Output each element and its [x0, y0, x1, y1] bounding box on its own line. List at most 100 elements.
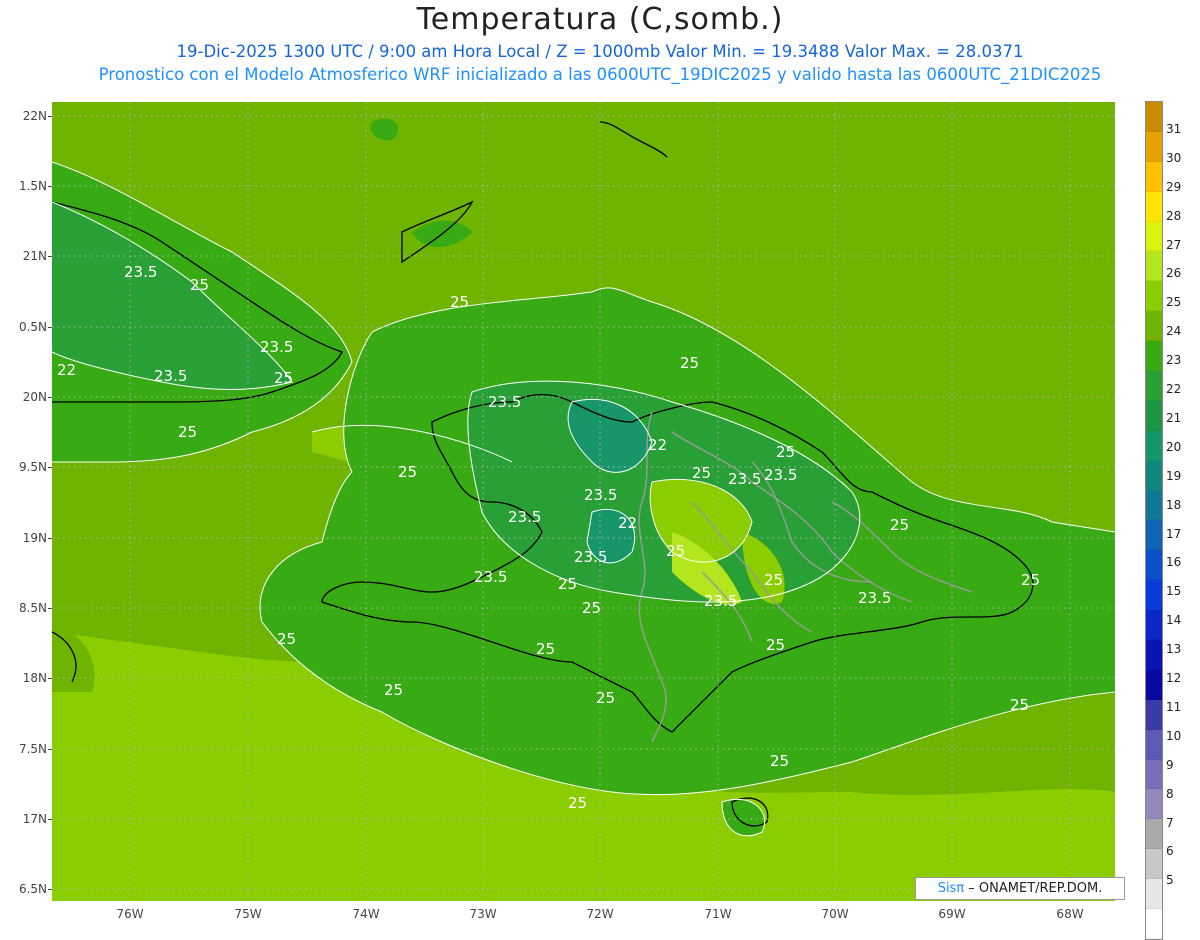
contour-label: 23.5: [574, 548, 607, 566]
contour-label: 23.5: [584, 486, 617, 504]
credit-text: – ONAMET/REP.DOM.: [964, 881, 1103, 896]
colorbar-label: 17: [1166, 526, 1182, 541]
subtitle-valid-time: 19-Dic-2025 1300 UTC / 9:00 am Hora Loca…: [176, 42, 1024, 61]
lat-label: 17N: [0, 812, 52, 826]
contour-label: 25: [178, 423, 197, 441]
contour-label: 25: [766, 636, 785, 654]
lon-label: 70W: [821, 907, 849, 921]
colorbar-label: 30: [1166, 150, 1182, 165]
colorbar-label: 29: [1166, 179, 1182, 194]
contour-label: 23.5: [260, 338, 293, 356]
contour-label: 25: [277, 630, 296, 648]
colorbar-swatch: [1146, 371, 1162, 401]
contour-label: 25: [582, 599, 601, 617]
contour-label: 25: [274, 369, 293, 387]
colorbar-swatch: [1146, 460, 1162, 491]
colorbar-label: 20: [1166, 439, 1182, 454]
contour-label: 23.5: [508, 508, 541, 526]
contour-label: 25: [666, 542, 685, 560]
contour-label: 25: [450, 293, 469, 311]
contour-label: 22: [618, 514, 637, 532]
chart-title: Temperatura (C,somb.): [416, 2, 784, 37]
lon-label: 72W: [586, 907, 614, 921]
colorbar-swatch: [1146, 430, 1162, 461]
contour-label: 22: [648, 436, 667, 454]
contour-label: 25: [596, 689, 615, 707]
colorbar-label: 6: [1166, 844, 1174, 859]
contour-label: 23.5: [858, 589, 891, 607]
colorbar-swatch: [1146, 311, 1162, 342]
lon-label: 76W: [116, 907, 144, 921]
colorbar-swatch: [1146, 580, 1162, 611]
colorbar-label: 24: [1166, 324, 1182, 339]
colorbar-swatch: [1146, 281, 1162, 312]
lat-label: 19N: [0, 531, 52, 545]
colorbar-swatch: [1146, 669, 1162, 700]
colorbar-swatch: [1146, 490, 1162, 521]
lon-label: 74W: [352, 907, 380, 921]
lat-label: 8.5N: [0, 601, 52, 615]
contour-label: 25: [770, 752, 789, 770]
colorbar-swatch: [1146, 400, 1162, 431]
colorbar-swatch: [1146, 610, 1162, 641]
colorbar-label: 10: [1166, 728, 1182, 743]
colorbar-swatch: [1146, 341, 1162, 372]
contour-label: 23.5: [474, 568, 507, 586]
colorbar-swatch: [1146, 640, 1162, 670]
colorbar-label: 7: [1166, 815, 1174, 830]
lat-label: 1.5N: [0, 179, 52, 193]
credit-box: Sisπ – ONAMET/REP.DOM.: [915, 877, 1125, 900]
lon-label: 75W: [234, 907, 262, 921]
colorbar-label: 14: [1166, 613, 1182, 628]
lon-label: 73W: [469, 907, 497, 921]
contour-label: 25: [890, 516, 909, 534]
lat-label: 21N: [0, 249, 52, 263]
lat-label: 20N: [0, 390, 52, 404]
colorbar-swatch: [1146, 819, 1162, 850]
lon-label: 68W: [1056, 907, 1084, 921]
colorbar-swatch: [1146, 699, 1162, 730]
colorbar-swatch: [1146, 102, 1162, 132]
contour-label: 25: [1010, 696, 1029, 714]
colorbar: [1145, 101, 1163, 940]
contour-label: 25: [568, 794, 587, 812]
colorbar-label: 26: [1166, 266, 1182, 281]
contour-label: 25: [558, 575, 577, 593]
colorbar-label: 28: [1166, 208, 1182, 223]
contour-label: 22: [57, 361, 76, 379]
colorbar-swatch: [1146, 131, 1162, 162]
colorbar-swatch: [1146, 520, 1162, 551]
lat-label: 22N: [0, 109, 52, 123]
contour-label: 23.5: [124, 263, 157, 281]
colorbar-swatch: [1146, 729, 1162, 760]
contour-label: 23.5: [764, 466, 797, 484]
colorbar-swatch: [1146, 161, 1162, 192]
lon-label: 71W: [704, 907, 732, 921]
lat-label: 0.5N: [0, 320, 52, 334]
contour-label: 25: [190, 276, 209, 294]
colorbar-swatch: [1146, 550, 1162, 581]
contour-label: 23.5: [704, 592, 737, 610]
colorbar-swatch: [1146, 221, 1162, 252]
contour-label: 25: [692, 464, 711, 482]
colorbar-swatch: [1146, 759, 1162, 790]
lon-label: 69W: [938, 907, 966, 921]
colorbar-label: 22: [1166, 382, 1182, 396]
colorbar-label: 18: [1166, 497, 1182, 512]
colorbar-label: 15: [1166, 584, 1182, 599]
colorbar-label: 25: [1166, 295, 1182, 310]
colorbar-label: 31: [1166, 121, 1182, 136]
subtitle-model-info: Pronostico con el Modelo Atmosferico WRF…: [98, 65, 1102, 84]
colorbar-swatch: [1146, 909, 1162, 939]
colorbar-label: 13: [1166, 642, 1182, 657]
lat-label: 6.5N: [0, 882, 52, 896]
colorbar-label: 19: [1166, 468, 1182, 483]
contour-label: 25: [764, 571, 783, 589]
colorbar-label: 23: [1166, 353, 1182, 368]
colorbar-label: 27: [1166, 237, 1182, 252]
contour-label: 23.5: [154, 367, 187, 385]
lat-label: 9.5N: [0, 460, 52, 474]
colorbar-swatch: [1146, 879, 1162, 910]
lat-label: 18N: [0, 671, 52, 685]
colorbar-swatch: [1146, 251, 1162, 282]
